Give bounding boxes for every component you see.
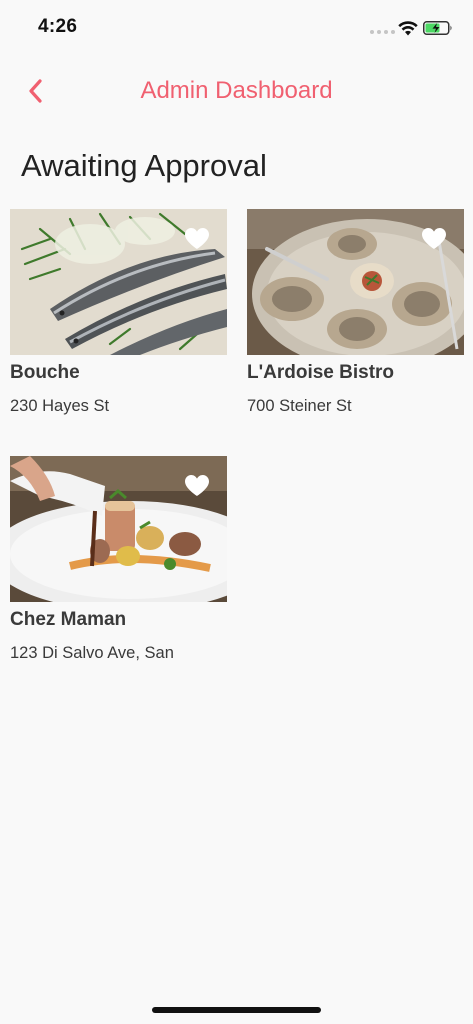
restaurant-photo xyxy=(10,456,227,602)
section-title: Awaiting Approval xyxy=(21,148,267,183)
restaurant-card-chez-maman[interactable]: Chez Maman 123 Di Salvo Ave, San xyxy=(10,456,227,663)
restaurant-address: 123 Di Salvo Ave, San xyxy=(10,644,174,662)
restaurant-name: Bouche xyxy=(10,362,80,383)
restaurant-address: 700 Steiner St xyxy=(247,397,352,415)
restaurant-card-bouche[interactable]: Bouche 230 Hayes St xyxy=(10,209,227,416)
status-bar: 4:26 xyxy=(0,0,473,56)
status-time: 4:26 xyxy=(38,16,78,37)
battery-charging-icon xyxy=(423,21,452,35)
restaurant-name: Chez Maman xyxy=(10,609,127,630)
restaurant-photo xyxy=(10,209,227,355)
favorite-heart-icon[interactable] xyxy=(184,227,210,250)
navigation-bar: Admin Dashboard xyxy=(0,60,473,122)
wifi-icon xyxy=(398,21,418,36)
cellular-signal-icon xyxy=(370,30,395,34)
restaurant-card-lardoise-bistro[interactable]: L'Ardoise Bistro 700 Steiner St xyxy=(247,209,464,416)
favorite-heart-icon[interactable] xyxy=(184,474,210,497)
restaurant-address: 230 Hayes St xyxy=(10,397,110,415)
page-title: Admin Dashboard xyxy=(140,77,333,104)
favorite-heart-icon[interactable] xyxy=(421,227,447,250)
restaurant-photo xyxy=(247,209,464,355)
restaurant-name: L'Ardoise Bistro xyxy=(247,362,395,383)
home-indicator[interactable] xyxy=(152,1007,321,1013)
